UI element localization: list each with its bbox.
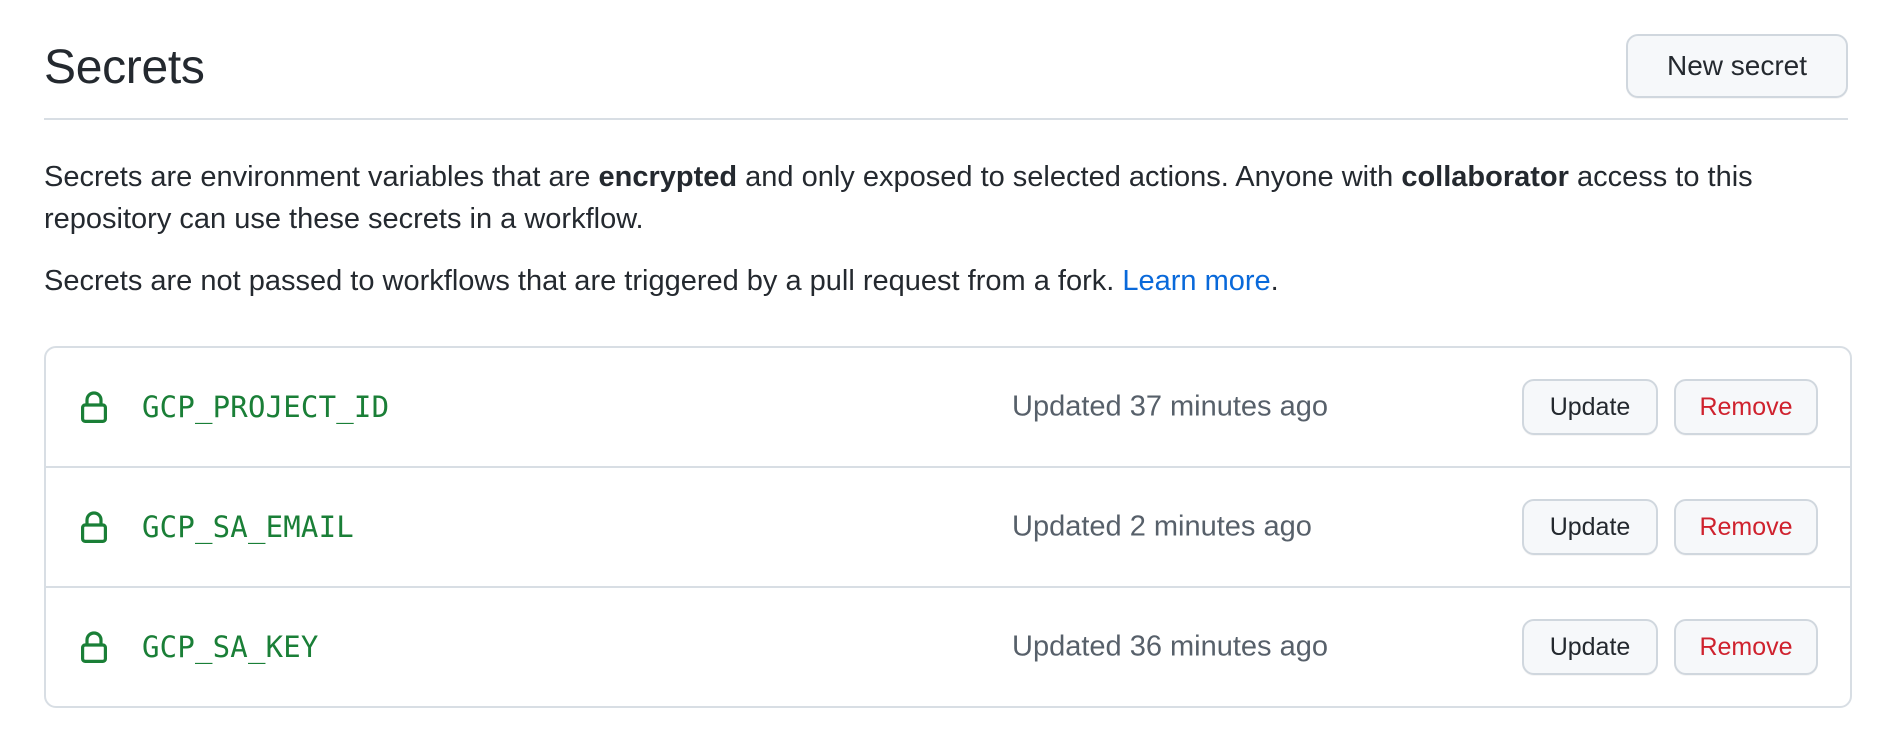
remove-secret-button[interactable]: Remove — [1674, 619, 1818, 675]
remove-secret-button[interactable]: Remove — [1674, 379, 1818, 435]
page-title: Secrets — [44, 41, 205, 94]
lock-icon — [80, 511, 107, 543]
update-secret-button[interactable]: Update — [1522, 499, 1658, 555]
secret-name: GCP_SA_EMAIL — [142, 510, 354, 544]
secret-row: GCP_SA_EMAIL Updated 2 minutes ago Updat… — [46, 466, 1850, 586]
secret-row: GCP_SA_KEY Updated 36 minutes ago Update… — [46, 586, 1850, 706]
secrets-list: GCP_PROJECT_ID Updated 37 minutes ago Up… — [44, 346, 1852, 708]
secret-updated-time: Updated 36 minutes ago — [1012, 630, 1328, 663]
secret-updated-time: Updated 37 minutes ago — [1012, 390, 1328, 423]
learn-more-link[interactable]: Learn more — [1122, 265, 1270, 297]
secrets-description: Secrets are environment variables that a… — [44, 156, 1848, 302]
description-paragraph-1: Secrets are environment variables that a… — [44, 156, 1848, 240]
secrets-page: Secrets New secret Secrets are environme… — [0, 0, 1892, 730]
secret-actions: Update Remove — [1522, 379, 1818, 435]
description-text: Secrets are not passed to workflows that… — [44, 265, 1123, 297]
description-text: and only exposed to selected actions. An… — [737, 161, 1402, 193]
secret-name: GCP_PROJECT_ID — [142, 390, 390, 424]
update-secret-button[interactable]: Update — [1522, 379, 1658, 435]
remove-secret-button[interactable]: Remove — [1674, 499, 1818, 555]
page-header: Secrets New secret — [44, 0, 1848, 120]
secret-updated-time: Updated 2 minutes ago — [1012, 510, 1312, 543]
secret-actions: Update Remove — [1522, 619, 1818, 675]
description-paragraph-2: Secrets are not passed to workflows that… — [44, 260, 1848, 302]
new-secret-button[interactable]: New secret — [1626, 34, 1848, 98]
description-bold-collaborator: collaborator — [1401, 161, 1569, 193]
description-period: . — [1270, 265, 1279, 297]
description-bold-encrypted: encrypted — [598, 161, 738, 193]
lock-icon — [80, 631, 107, 663]
lock-icon — [80, 391, 107, 423]
secret-name: GCP_SA_KEY — [142, 630, 319, 664]
update-secret-button[interactable]: Update — [1522, 619, 1658, 675]
secret-actions: Update Remove — [1522, 499, 1818, 555]
secret-row: GCP_PROJECT_ID Updated 37 minutes ago Up… — [46, 348, 1850, 466]
description-text: Secrets are environment variables that a… — [44, 161, 599, 193]
